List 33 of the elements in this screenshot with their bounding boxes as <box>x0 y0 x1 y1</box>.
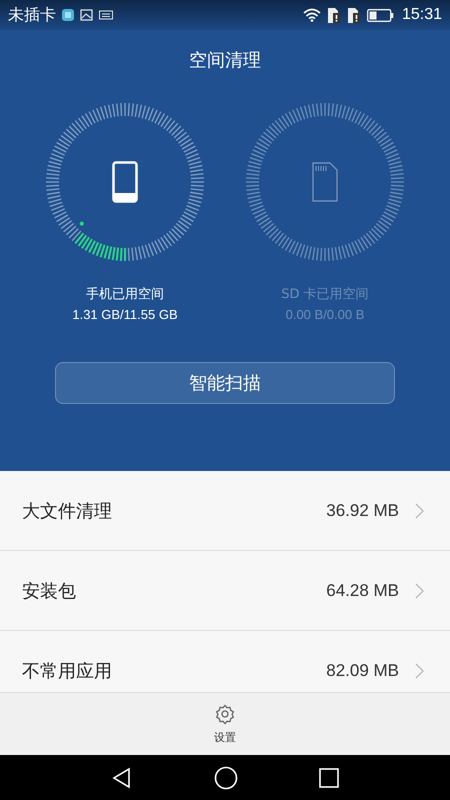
storage-label: SD 卡已用空间 <box>281 286 369 303</box>
back-icon[interactable] <box>110 766 133 788</box>
wifi-icon <box>302 8 321 22</box>
home-icon[interactable] <box>214 766 238 790</box>
chevron-right-icon <box>415 582 424 598</box>
carrier-text: 未插卡 <box>8 4 56 26</box>
storage-label: 手机已用空间 <box>86 286 164 303</box>
storage-usage: 1.31 GB/11.55 GB <box>72 307 178 322</box>
recent-apps-icon[interactable] <box>319 768 340 788</box>
sim-card-icon <box>346 6 361 24</box>
clock-text: 15:31 <box>402 6 442 24</box>
chevron-right-icon <box>415 502 424 518</box>
settings-button[interactable]: 设置 <box>214 703 236 745</box>
list-item[interactable]: 安装包 64.28 MB <box>0 551 450 631</box>
keyboard-icon <box>99 10 113 20</box>
storage-usage: 0.00 B/0.00 B <box>286 307 364 322</box>
chevron-right-icon <box>415 662 424 678</box>
image-icon <box>80 9 93 21</box>
phone-icon <box>112 161 138 203</box>
item-label: 大文件清理 <box>22 500 113 522</box>
list-item[interactable]: 大文件清理 36.92 MB <box>0 471 450 551</box>
sim-card-icon <box>326 6 341 24</box>
item-size: 82.09 MB <box>326 660 399 680</box>
page-title: 空间清理 <box>189 49 261 72</box>
app-notification-icon <box>62 9 74 21</box>
settings-icon <box>214 703 236 725</box>
item-size: 36.92 MB <box>326 500 399 520</box>
item-label: 不常用应用 <box>22 660 113 682</box>
smart-scan-button[interactable]: 智能扫描 <box>55 362 395 404</box>
item-label: 安装包 <box>22 580 77 602</box>
item-size: 64.28 MB <box>326 580 399 600</box>
battery-icon <box>366 8 394 22</box>
sd-card-icon <box>312 162 338 202</box>
